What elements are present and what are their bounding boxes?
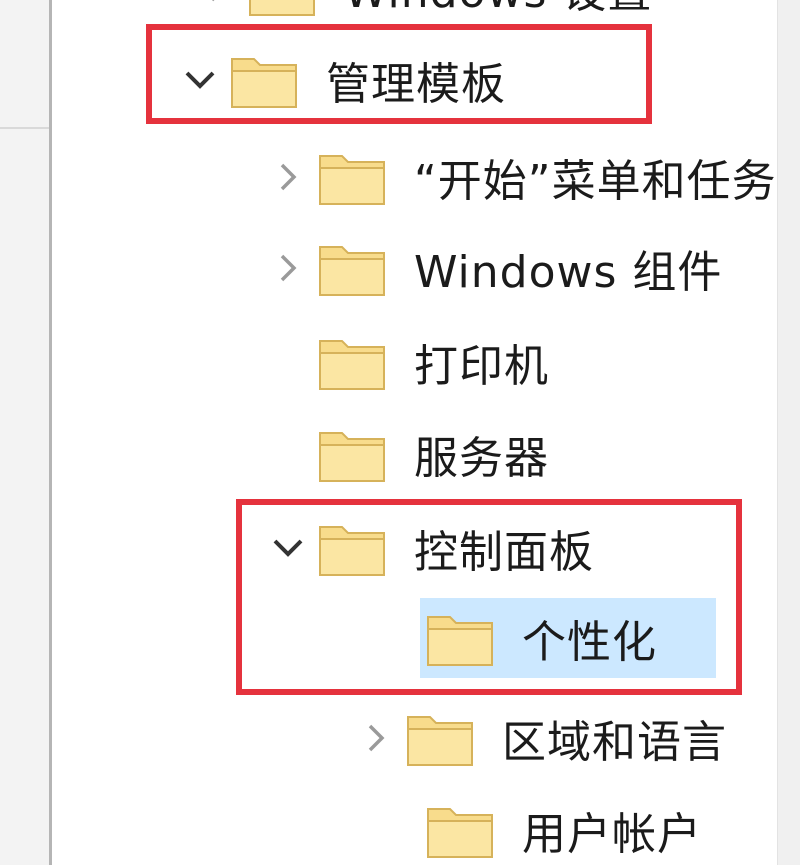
folder-icon <box>230 51 298 109</box>
tree-item-server[interactable]: 服务器 <box>318 414 549 494</box>
left-pane-separator <box>0 127 50 129</box>
tree-item-start-menu[interactable]: “开始”菜单和任务栏 <box>258 137 778 217</box>
tree-item-label: 控制面板 <box>414 527 594 578</box>
folder-icon <box>318 333 386 391</box>
folder-icon <box>318 239 386 297</box>
tree-item-user-accounts[interactable]: 用户帐户 <box>426 790 702 865</box>
vertical-scrollbar[interactable] <box>777 0 800 865</box>
chevron-right-icon[interactable] <box>258 137 318 217</box>
folder-icon <box>406 709 474 767</box>
tree-item-printers[interactable]: 打印机 <box>318 322 549 402</box>
chevron-down-icon[interactable] <box>258 508 318 588</box>
tree-item-label: Windows 组件 <box>414 247 723 298</box>
folder-icon <box>318 148 386 206</box>
tree-item-region-language[interactable]: 区域和语言 <box>346 698 727 778</box>
chevron-right-icon[interactable] <box>188 0 248 28</box>
tree-item-label: 服务器 <box>414 433 549 484</box>
tree-item-admin-templates[interactable]: 管理模板 <box>170 40 506 120</box>
tree-item-label: 用户帐户 <box>522 809 702 860</box>
folder-icon <box>426 609 494 667</box>
tree-item-label: 打印机 <box>414 341 549 392</box>
chevron-right-icon[interactable] <box>258 228 318 308</box>
chevron-down-icon[interactable] <box>170 40 230 120</box>
folder-icon <box>426 801 494 859</box>
policy-tree: Windows 设置 管理模板 “开始”菜单和任务栏 Windows 组件 <box>52 0 778 865</box>
tree-item-personalization[interactable]: 个性化 <box>420 598 716 678</box>
tree-item-label: 管理模板 <box>326 59 506 110</box>
tree-item-label: 个性化 <box>522 617 657 668</box>
folder-icon <box>248 0 316 17</box>
left-pane <box>0 0 50 865</box>
folder-icon <box>318 425 386 483</box>
tree-item-label: 区域和语言 <box>502 717 727 768</box>
tree-item-label: “开始”菜单和任务栏 <box>414 156 778 207</box>
tree-item-windows-settings[interactable]: Windows 设置 <box>188 0 652 28</box>
tree-item-control-panel[interactable]: 控制面板 <box>258 508 594 588</box>
folder-icon <box>318 519 386 577</box>
tree-item-windows-components[interactable]: Windows 组件 <box>258 228 722 308</box>
chevron-right-icon[interactable] <box>346 698 406 778</box>
tree-item-label: Windows 设置 <box>344 0 652 20</box>
